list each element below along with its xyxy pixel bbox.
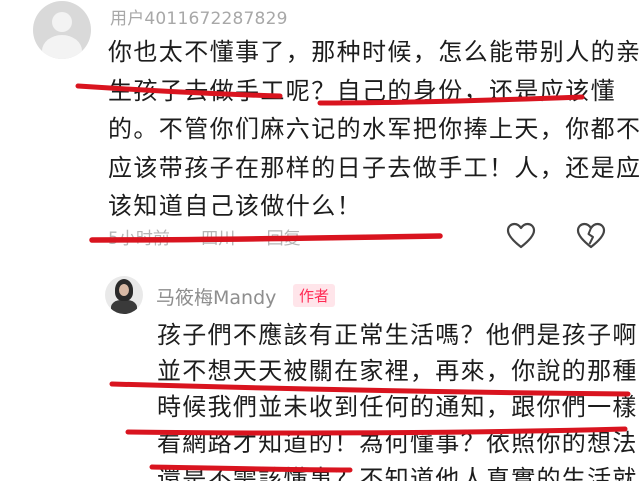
comment-line: 应该带孩子在那样的日子去做手工！人，还是应 [108,153,640,182]
comment-location: 四川 [201,229,236,249]
reply-line: 孩子們不應該有正常生活嗎？他們是孩子啊 [157,321,638,349]
avatar-face [119,284,129,296]
avatar-shoulders [42,35,82,59]
avatar-head [52,12,72,32]
comment-time: 5小时前 [108,229,170,249]
broken-heart-icon[interactable] [576,222,606,250]
comment-meta: 5小时前 四川 回复 [108,224,327,249]
reply-body: 孩子們不應該有正常生活嗎？他們是孩子啊 並不想天天被關在家裡，再來，你說的那種 … [157,317,637,481]
comment-line: 该知道自己该做什么！ [108,192,362,220]
comment-line: 生孩子去做手工呢？自己的身份，还是应该懂 [108,76,616,105]
reply-line: 並不想天天被關在家裡，再來，你說的那種 [157,357,638,385]
reply-line: 看網路才知道的！為何懂事？依照你的想法 [157,429,638,457]
reply-author-name[interactable]: 马筱梅Mandy [156,283,276,310]
comment-line: 的。不管你们麻六记的水军把你捧上天，你都不 [108,115,640,143]
heart-outline-icon[interactable] [506,222,536,250]
author-avatar[interactable] [105,276,143,314]
avatar-default-icon[interactable] [33,1,91,59]
comment-body: 你也太不懂事了，那种时候，怎么能带别人的亲 生孩子去做手工呢？自己的身份，还是应… [108,33,640,226]
reply-line: 時候我們並未收到任何的通知，跟你們一樣 [157,393,638,421]
comment-thread-screenshot: 用户4011672287829 你也太不懂事了，那种时候，怎么能带别人的亲 生孩… [0,0,640,481]
author-badge: 作者 [293,284,336,307]
comment-line: 你也太不懂事了，那种时候，怎么能带别人的亲 [108,38,640,66]
comment-username[interactable]: 用户4011672287829 [110,4,288,29]
reply-line: 還是不需該懂事？不知道他人真實的生活就 [157,465,638,481]
reply-button[interactable]: 回复 [267,229,301,249]
avatar-body [111,300,137,314]
